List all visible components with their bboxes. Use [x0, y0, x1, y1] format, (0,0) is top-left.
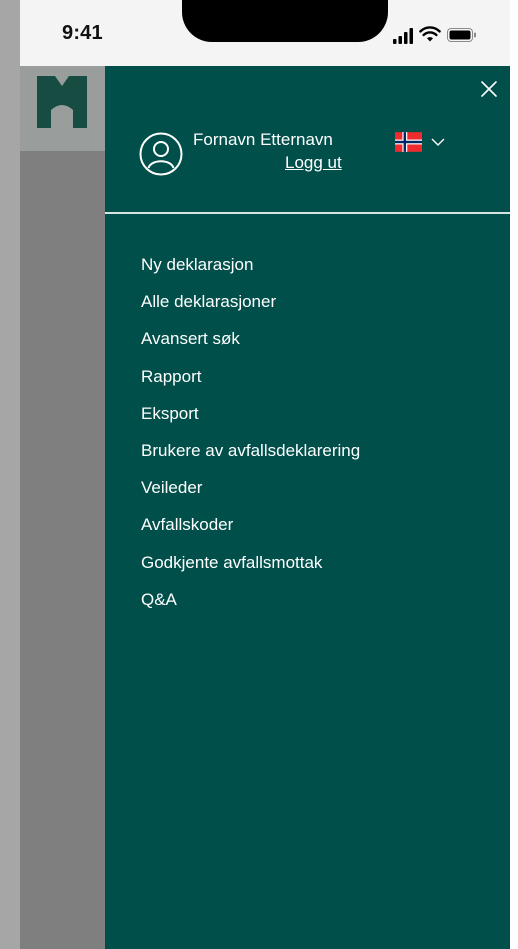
phone-screen: 9:41 Fornavn Etternavn Logg ut Ny deklar… — [20, 0, 510, 949]
menu-item-alle-deklarasjoner: Alle deklarasjoner — [141, 283, 360, 320]
menu-link[interactable]: Ny deklarasjon — [141, 255, 253, 274]
menu-link[interactable]: Veileder — [141, 478, 202, 497]
menu-link[interactable]: Alle deklarasjoner — [141, 292, 276, 311]
wifi-icon — [419, 26, 441, 42]
status-time: 9:41 — [62, 22, 103, 44]
navigation-drawer: Fornavn Etternavn Logg ut Ny deklarasjon… — [105, 66, 510, 949]
menu-item-ny-deklarasjon: Ny deklarasjon — [141, 246, 360, 283]
user-icon — [139, 132, 183, 176]
chevron-down-icon — [431, 138, 445, 146]
signal-icon — [393, 28, 413, 44]
device-bezel — [0, 0, 20, 949]
menu-item-avansert-sok: Avansert søk — [141, 320, 360, 357]
menu-link[interactable]: Avansert søk — [141, 329, 240, 348]
menu-link[interactable]: Rapport — [141, 367, 201, 386]
menu-item-rapport: Rapport — [141, 358, 360, 395]
language-selector[interactable] — [395, 132, 455, 154]
norway-flag-icon — [395, 132, 422, 152]
close-icon[interactable] — [478, 78, 500, 100]
drawer-divider — [105, 212, 510, 214]
device-notch — [182, 0, 388, 42]
menu-item-qa: Q&A — [141, 581, 360, 618]
menu-item-eksport: Eksport — [141, 395, 360, 432]
status-bar: 9:41 — [20, 0, 510, 66]
menu-link[interactable]: Godkjente avfallsmottak — [141, 553, 322, 572]
user-name: Fornavn Etternavn — [193, 130, 333, 149]
logo-icon — [37, 76, 87, 128]
menu-link[interactable]: Brukere av avfallsdeklarering — [141, 441, 360, 460]
nav-menu: Ny deklarasjon Alle deklarasjoner Avanse… — [141, 246, 360, 618]
menu-link[interactable]: Eksport — [141, 404, 199, 423]
battery-icon — [447, 28, 476, 42]
logout-link[interactable]: Logg ut — [285, 153, 342, 173]
menu-link[interactable]: Avfallskoder — [141, 515, 233, 534]
menu-item-godkjente-avfallsmottak: Godkjente avfallsmottak — [141, 544, 360, 581]
menu-item-veileder: Veileder — [141, 469, 360, 506]
menu-item-avfallskoder: Avfallskoder — [141, 506, 360, 543]
menu-item-brukere: Brukere av avfallsdeklarering — [141, 432, 360, 469]
menu-link[interactable]: Q&A — [141, 590, 177, 609]
